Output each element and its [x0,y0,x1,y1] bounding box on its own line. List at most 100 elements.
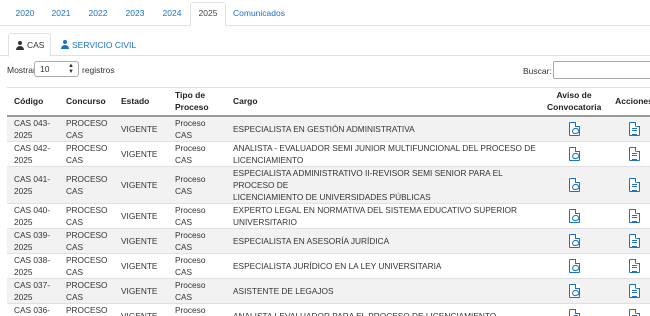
pdf-icon[interactable] [568,233,580,248]
cell-estado: VIGENTE [114,302,168,316]
document-icon[interactable] [628,283,640,298]
cell-acciones [601,165,650,203]
cell-cargo: ANALISTA - EVALUADOR SEMI JUNIOR MULTIFU… [226,140,547,166]
document-icon[interactable] [628,208,640,223]
tab-cas-label: CAS [27,40,45,50]
cell-acciones [601,140,650,166]
tab-servicio-civil[interactable]: SERVICIO CIVIL [53,33,143,56]
tab-2023[interactable]: 2023 [117,2,153,26]
document-icon[interactable] [628,146,640,161]
col-header-estado[interactable]: Estado [114,87,168,117]
concurso-line1: PROCESO [66,173,108,184]
cargo-line1: ASISTENTE DE LEGAJOS [233,285,334,296]
codigo-line2: 2025 [14,291,33,302]
cell-tipo: Proceso CAS [168,252,226,278]
records-label: registros [82,65,115,75]
cell-cargo: ESPECIALISTA EN ASESORÍA JURÍDICA [226,227,547,253]
table-row: CAS 039- 2025 PROCESO CAS VIGENTE Proceso CAS… [7,227,650,253]
cell-aviso [547,140,601,166]
cell-concurso: PROCESOCAS [59,165,114,203]
tab-2021[interactable]: 2021 [44,2,78,26]
search-label: Buscar: [523,66,552,76]
codigo-line2: 2025 [14,266,33,277]
cell-cargo: EXPERTO LEGAL EN NORMATIVA DEL SISTEMA E… [226,202,547,228]
table-row: CAS 037- 2025 PROCESO CAS VIGENTE Proceso CAS… [7,277,650,303]
codigo-line1: CAS 039- [14,229,50,240]
concurso-line2: CAS [66,241,84,252]
document-icon[interactable] [628,121,640,136]
codigo-line1: CAS 043- [14,117,50,128]
cell-concurso: PROCESOCAS [59,302,114,316]
cargo-line1: ESPECIALISTA JURÍDICO EN LA LEY UNIVERSI… [233,260,442,271]
user-icon [15,40,24,50]
cell-codigo: CAS 041- 2025 [7,165,59,203]
tab-comunicados[interactable]: Comunicados [228,2,290,26]
cell-aviso [547,227,601,253]
concurso-line1: PROCESO [66,204,108,215]
concurso-line1: PROCESO [66,229,108,240]
page-length-value: 10 [40,64,50,74]
col-header-cargo[interactable]: Cargo [226,87,547,117]
codigo-line1: CAS 038- [14,254,50,265]
document-icon[interactable] [628,308,640,316]
cell-estado: VIGENTE [114,115,168,141]
cell-cargo: ESPECIALISTA JURÍDICO EN LA LEY UNIVERSI… [226,252,547,278]
cell-acciones [601,227,650,253]
codigo-line2: 2025 [14,241,33,252]
tab-servicio-civil-label: SERVICIO CIVIL [72,39,137,50]
cell-codigo: CAS 036-2025 [7,302,59,316]
select-arrows-icon: ▲ ▼ [68,63,74,75]
convocatorias-table: Código Concurso Estado Tipo de Proceso C… [7,87,650,316]
codigo-line1: CAS 040- [14,204,50,215]
col-header-concurso[interactable]: Concurso [59,87,114,117]
table-row: CAS 038- 2025 PROCESO CAS VIGENTE Proceso CAS… [7,252,650,278]
pdf-icon[interactable] [568,177,580,192]
cargo-line2: LICENCIAMIENTO DE UNIVERSIDADES PÚBLICAS [233,191,431,202]
cell-tipo: Proceso CAS [168,140,226,166]
col-header-acciones[interactable]: Acciones [601,87,650,117]
pdf-icon[interactable] [568,146,580,161]
col-header-tipo[interactable]: Tipo de Proceso [168,87,226,117]
cell-aviso [547,252,601,278]
cell-concurso: PROCESOCAS [59,252,114,278]
cell-aviso [547,202,601,228]
cell-acciones [601,115,650,141]
cell-acciones [601,202,650,228]
codigo-line2: 2025 [14,185,33,196]
tab-2024[interactable]: 2024 [154,2,190,26]
table-row: CAS 042- 2025 PROCESO CAS VIGENTE Proceso CAS… [7,140,650,166]
col-header-codigo[interactable]: Código [7,87,59,117]
pdf-icon[interactable] [568,208,580,223]
search-input[interactable] [553,61,650,79]
document-icon[interactable] [628,258,640,273]
document-icon[interactable] [628,177,640,192]
concurso-line1: PROCESO [66,279,108,290]
concurso-line1: PROCESO [66,254,108,265]
cargo-line1: ESPECIALISTA EN GESTIÓN ADMINISTRATIVA [233,123,415,134]
codigo-line1: CAS 041- [14,173,50,184]
col-header-aviso-line2: Convocatoria [547,102,602,113]
concurso-line1: PROCESO [66,304,108,315]
codigo-line2: 2025 [14,129,33,140]
table-header-row: Código Concurso Estado Tipo de Proceso C… [7,87,650,117]
col-header-aviso-line1: Aviso de [556,90,592,101]
cell-codigo: CAS 038- 2025 [7,252,59,278]
cell-cargo: ESPECIALISTA EN GESTIÓN ADMINISTRATIVA [226,115,547,141]
tab-2022[interactable]: 2022 [80,2,116,26]
col-header-aviso[interactable]: Aviso de Convocatoria [547,87,602,117]
pdf-icon[interactable] [568,283,580,298]
document-icon[interactable] [628,233,640,248]
pdf-icon[interactable] [568,121,580,136]
concurso-line2: CAS [66,216,84,227]
concurso-line2: CAS [66,291,84,302]
tab-2025[interactable]: 2025 [190,2,226,27]
pdf-icon[interactable] [568,308,580,316]
tab-cas[interactable]: CAS [8,33,52,57]
pdf-icon[interactable] [568,258,580,273]
cell-aviso [547,302,601,316]
page-length-select[interactable]: 10 ▲ ▼ [34,61,79,77]
cell-estado: VIGENTE [114,202,168,228]
tab-2020[interactable]: 2020 [8,2,42,26]
codigo-line2: 2025 [14,154,33,165]
table-row: CAS 036-2025PROCESOCASVIGENTEProceso CAS… [7,302,650,316]
